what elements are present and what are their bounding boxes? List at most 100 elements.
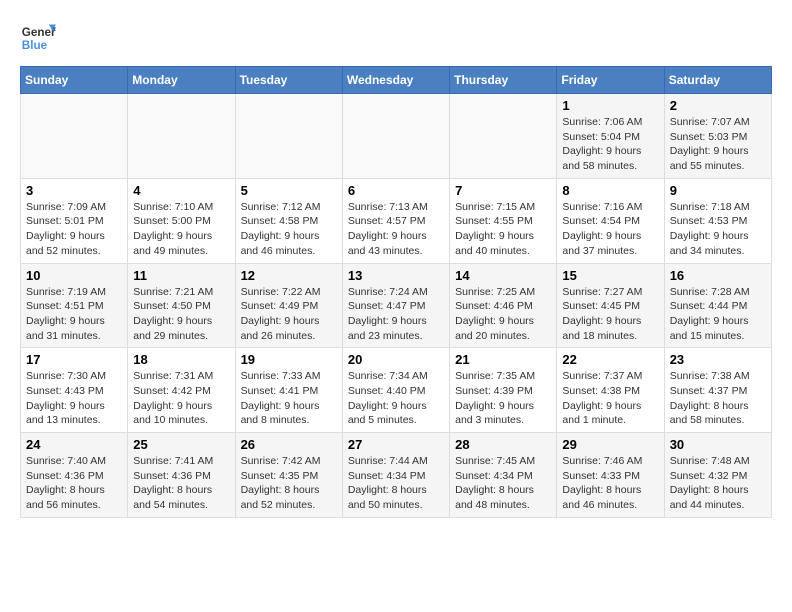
svg-text:General: General [22,26,56,39]
calendar-cell: 21 Sunrise: 7:35 AM Sunset: 4:39 PM Dayli… [450,348,557,433]
day-info: Sunrise: 7:07 AM Sunset: 5:03 PM Dayligh… [670,115,766,174]
calendar-cell: 14Sunrise: 7:25 AM Sunset: 4:46 PM Dayli… [450,263,557,348]
day-info: Sunrise: 7:44 AM Sunset: 4:34 PM Dayligh… [348,454,444,513]
calendar-cell: 16 Sunrise: 7:28 AM Sunset: 4:44 PM Dayli… [664,263,771,348]
day-number: 24 [26,437,122,452]
header-day-saturday: Saturday [664,67,771,94]
day-number: 17 [26,352,122,367]
header-day-tuesday: Tuesday [235,67,342,94]
header: General Blue [20,20,772,56]
logo: General Blue [20,20,56,56]
calendar-cell [450,94,557,179]
calendar-cell: 1 Sunrise: 7:06 AM Sunset: 5:04 PM Daylig… [557,94,664,179]
calendar-cell: 3 Sunrise: 7:09 AM Sunset: 5:01 PM Daylig… [21,178,128,263]
day-info: Sunrise: 7:38 AM Sunset: 4:37 PM Dayligh… [670,369,766,428]
day-number: 5 [241,183,337,198]
header-day-friday: Friday [557,67,664,94]
calendar-cell: 7Sunrise: 7:15 AM Sunset: 4:55 PM Daylig… [450,178,557,263]
day-info: Sunrise: 7:30 AM Sunset: 4:43 PM Dayligh… [26,369,122,428]
day-number: 6 [348,183,444,198]
day-info: Sunrise: 7:13 AM Sunset: 4:57 PM Dayligh… [348,200,444,259]
day-number: 2 [670,98,766,113]
day-number: 26 [241,437,337,452]
day-info: Sunrise: 7:40 AM Sunset: 4:36 PM Dayligh… [26,454,122,513]
logo-icon: General Blue [20,20,56,56]
calendar-header-row: SundayMondayTuesdayWednesdayThursdayFrid… [21,67,772,94]
day-number: 12 [241,268,337,283]
day-info: Sunrise: 7:22 AM Sunset: 4:49 PM Dayligh… [241,285,337,344]
calendar-week-row: 17 Sunrise: 7:30 AM Sunset: 4:43 PM Dayli… [21,348,772,433]
calendar-cell: 23 Sunrise: 7:38 AM Sunset: 4:37 PM Dayli… [664,348,771,433]
day-number: 27 [348,437,444,452]
day-number: 30 [670,437,766,452]
day-info: Sunrise: 7:09 AM Sunset: 5:01 PM Dayligh… [26,200,122,259]
calendar-cell: 18 Sunrise: 7:31 AM Sunset: 4:42 PM Dayli… [128,348,235,433]
calendar-table: SundayMondayTuesdayWednesdayThursdayFrid… [20,66,772,518]
calendar-cell: 28 Sunrise: 7:45 AM Sunset: 4:34 PM Dayli… [450,433,557,518]
calendar-cell: 10 Sunrise: 7:19 AM Sunset: 4:51 PM Dayli… [21,263,128,348]
day-info: Sunrise: 7:48 AM Sunset: 4:32 PM Dayligh… [670,454,766,513]
day-info: Sunrise: 7:16 AM Sunset: 4:54 PM Dayligh… [562,200,658,259]
calendar-week-row: 10 Sunrise: 7:19 AM Sunset: 4:51 PM Dayli… [21,263,772,348]
day-info: Sunrise: 7:42 AM Sunset: 4:35 PM Dayligh… [241,454,337,513]
calendar-cell: 29 Sunrise: 7:46 AM Sunset: 4:33 PM Dayli… [557,433,664,518]
day-number: 9 [670,183,766,198]
calendar-cell: 19 Sunrise: 7:33 AM Sunset: 4:41 PM Dayli… [235,348,342,433]
day-number: 21 [455,352,551,367]
header-day-monday: Monday [128,67,235,94]
day-number: 23 [670,352,766,367]
day-info: Sunrise: 7:37 AM Sunset: 4:38 PM Dayligh… [562,369,658,428]
header-day-thursday: Thursday [450,67,557,94]
calendar-cell [342,94,449,179]
day-number: 1 [562,98,658,113]
day-number: 19 [241,352,337,367]
day-number: 8 [562,183,658,198]
day-info: Sunrise: 7:19 AM Sunset: 4:51 PM Dayligh… [26,285,122,344]
day-info: Sunrise: 7:41 AM Sunset: 4:36 PM Dayligh… [133,454,229,513]
day-info: Sunrise: 7:24 AM Sunset: 4:47 PM Dayligh… [348,285,444,344]
calendar-cell: 8 Sunrise: 7:16 AM Sunset: 4:54 PM Daylig… [557,178,664,263]
day-info: Sunrise: 7:10 AM Sunset: 5:00 PM Dayligh… [133,200,229,259]
day-info: Sunrise: 7:45 AM Sunset: 4:34 PM Dayligh… [455,454,551,513]
day-number: 15 [562,268,658,283]
calendar-cell: 2 Sunrise: 7:07 AM Sunset: 5:03 PM Daylig… [664,94,771,179]
day-number: 13 [348,268,444,283]
calendar-cell: 26 Sunrise: 7:42 AM Sunset: 4:35 PM Dayli… [235,433,342,518]
calendar-week-row: 1 Sunrise: 7:06 AM Sunset: 5:04 PM Daylig… [21,94,772,179]
calendar-week-row: 24 Sunrise: 7:40 AM Sunset: 4:36 PM Dayli… [21,433,772,518]
day-number: 4 [133,183,229,198]
header-day-sunday: Sunday [21,67,128,94]
day-number: 22 [562,352,658,367]
calendar-cell [21,94,128,179]
calendar-cell: 13 Sunrise: 7:24 AM Sunset: 4:47 PM Dayli… [342,263,449,348]
day-info: Sunrise: 7:28 AM Sunset: 4:44 PM Dayligh… [670,285,766,344]
day-info: Sunrise: 7:31 AM Sunset: 4:42 PM Dayligh… [133,369,229,428]
day-info: Sunrise: 7:35 AM Sunset: 4:39 PM Dayligh… [455,369,551,428]
day-number: 18 [133,352,229,367]
calendar-cell: 9 Sunrise: 7:18 AM Sunset: 4:53 PM Daylig… [664,178,771,263]
day-info: Sunrise: 7:06 AM Sunset: 5:04 PM Dayligh… [562,115,658,174]
day-info: Sunrise: 7:18 AM Sunset: 4:53 PM Dayligh… [670,200,766,259]
day-info: Sunrise: 7:12 AM Sunset: 4:58 PM Dayligh… [241,200,337,259]
calendar-cell [128,94,235,179]
header-day-wednesday: Wednesday [342,67,449,94]
calendar-cell: 11Sunrise: 7:21 AM Sunset: 4:50 PM Dayli… [128,263,235,348]
day-number: 3 [26,183,122,198]
calendar-cell: 20Sunrise: 7:34 AM Sunset: 4:40 PM Dayli… [342,348,449,433]
day-info: Sunrise: 7:21 AM Sunset: 4:50 PM Dayligh… [133,285,229,344]
calendar-cell: 5 Sunrise: 7:12 AM Sunset: 4:58 PM Daylig… [235,178,342,263]
day-number: 10 [26,268,122,283]
calendar-cell: 27 Sunrise: 7:44 AM Sunset: 4:34 PM Dayli… [342,433,449,518]
day-number: 29 [562,437,658,452]
day-info: Sunrise: 7:46 AM Sunset: 4:33 PM Dayligh… [562,454,658,513]
day-info: Sunrise: 7:27 AM Sunset: 4:45 PM Dayligh… [562,285,658,344]
calendar-cell: 22 Sunrise: 7:37 AM Sunset: 4:38 PM Dayli… [557,348,664,433]
day-number: 14 [455,268,551,283]
day-number: 28 [455,437,551,452]
calendar-week-row: 3 Sunrise: 7:09 AM Sunset: 5:01 PM Daylig… [21,178,772,263]
calendar-cell [235,94,342,179]
calendar-cell: 6 Sunrise: 7:13 AM Sunset: 4:57 PM Daylig… [342,178,449,263]
day-info: Sunrise: 7:33 AM Sunset: 4:41 PM Dayligh… [241,369,337,428]
day-number: 16 [670,268,766,283]
calendar-cell: 17 Sunrise: 7:30 AM Sunset: 4:43 PM Dayli… [21,348,128,433]
